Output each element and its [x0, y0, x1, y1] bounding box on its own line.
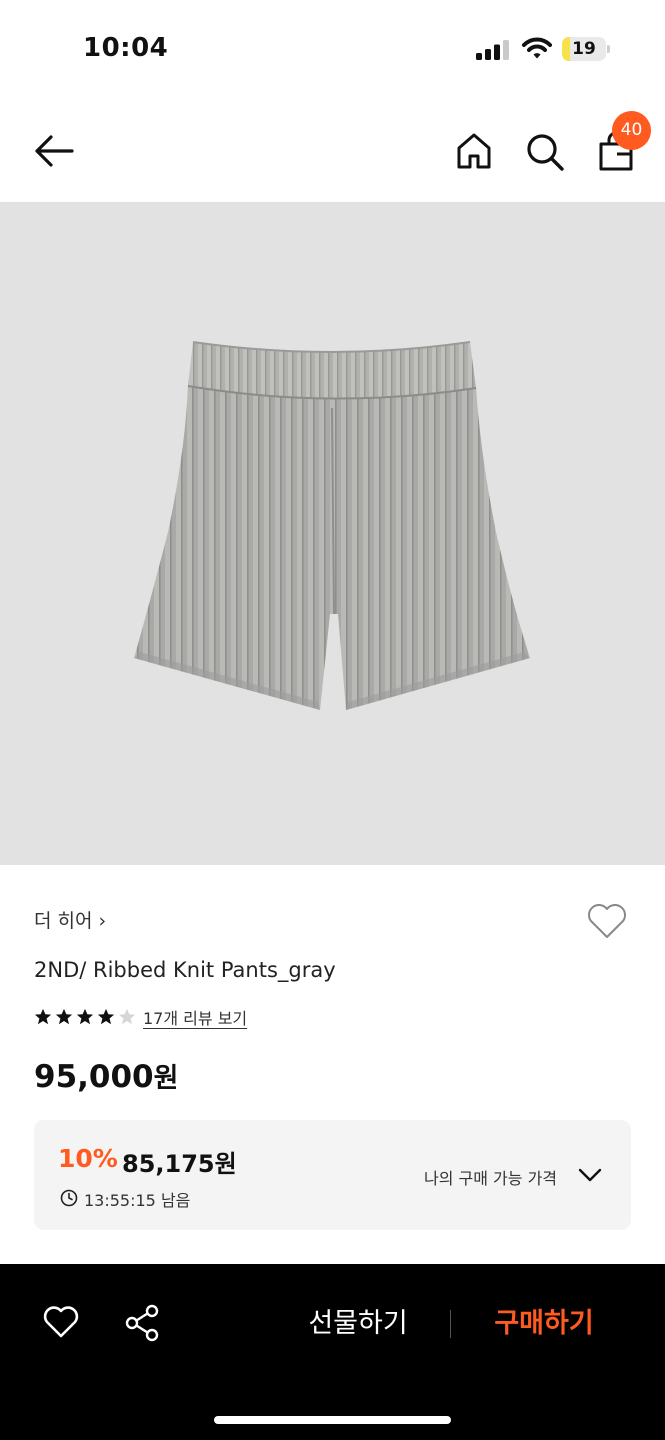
star-filled-icon: [34, 1008, 52, 1025]
discount-box[interactable]: 10% 85,175원 13:55:15 남음 나의 구매 가능 가격: [34, 1120, 631, 1230]
star-filled-icon: [97, 1008, 115, 1025]
share-icon[interactable]: [124, 1304, 160, 1342]
review-link[interactable]: 17개 리뷰 보기: [143, 1005, 247, 1029]
top-navigation-bar: [0, 100, 665, 202]
buy-button[interactable]: 구매하기: [480, 1302, 608, 1346]
battery-tip: [607, 45, 610, 53]
heart-icon[interactable]: [42, 1304, 80, 1340]
gift-button[interactable]: 선물하기: [300, 1302, 416, 1346]
original-price: 95,000원: [34, 1056, 178, 1095]
star-rating: [34, 1008, 139, 1026]
arrow-left-icon[interactable]: [32, 132, 76, 170]
search-icon[interactable]: [525, 132, 565, 172]
home-icon[interactable]: [455, 132, 493, 170]
my-price-label: 나의 구매 가능 가격: [424, 1169, 558, 1188]
status-bar: 10:04 19: [0, 0, 665, 100]
star-filled-icon: [55, 1008, 73, 1025]
rating-row: 17개 리뷰 보기: [34, 1004, 247, 1030]
chevron-right-icon: ›: [98, 910, 107, 932]
cart-count-badge[interactable]: 40: [612, 111, 651, 150]
brand-link[interactable]: 더 히어 ›: [34, 906, 106, 933]
countdown-timer: 13:55:15 남음: [84, 1191, 191, 1210]
battery-level: 19: [572, 39, 596, 59]
battery-body: 19: [562, 37, 606, 61]
heart-outline-icon[interactable]: [585, 900, 629, 942]
discount-price-unit: 원: [214, 1150, 237, 1178]
brand-name: 더 히어: [34, 910, 93, 932]
home-indicator: [214, 1416, 451, 1424]
battery-indicator: 19: [562, 37, 610, 61]
discount-rate: 10%: [58, 1144, 118, 1173]
price-unit: 원: [153, 1063, 179, 1094]
star-empty-icon: [118, 1008, 136, 1025]
wifi-icon: [522, 37, 552, 59]
ribbed-knit-shorts-image: [134, 341, 530, 710]
discount-price: 85,175원: [122, 1144, 237, 1179]
star-filled-icon: [76, 1008, 94, 1025]
discount-price-number: 85,175: [122, 1150, 215, 1178]
price-number: 95,000: [34, 1059, 154, 1095]
bottom-action-bar: 선물하기 구매하기: [0, 1264, 665, 1440]
divider: [450, 1310, 451, 1338]
status-time: 10:04: [83, 33, 169, 63]
product-name: 2ND/ Ribbed Knit Pants_gray: [34, 958, 336, 982]
clock-icon: [60, 1189, 78, 1207]
chevron-down-icon[interactable]: [577, 1166, 603, 1184]
cellular-signal-icon: [476, 40, 509, 60]
product-image[interactable]: [0, 202, 665, 865]
